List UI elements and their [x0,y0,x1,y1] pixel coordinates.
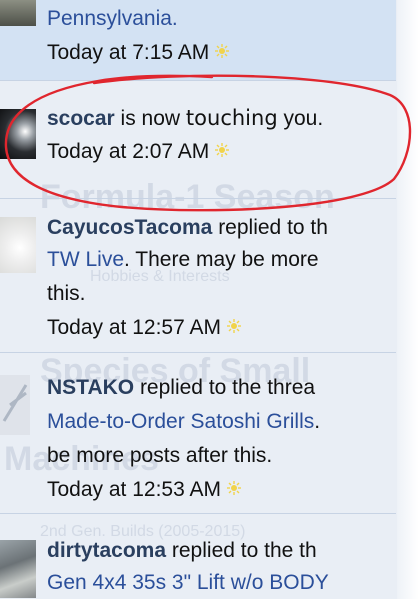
username-link[interactable]: NSTAKO [47,376,134,399]
username-link[interactable]: dirtytacoma [47,539,166,562]
new-alert-sun-icon [226,481,241,495]
alert-timestamp: Today at 12:57 AM [47,316,221,339]
alert-timestamp: Today at 12:53 AM [47,478,221,501]
alert-rest-text: . There may be more [124,248,319,271]
truck-photo-avatar[interactable] [0,0,36,26]
thread-link[interactable]: Gen 4x4 35s 3" Lift w/o BODY [47,571,329,594]
alert-item[interactable]: Pennsylvania. Today at 7:15 AM [0,0,396,81]
alert-rest-text: be more posts after this. [47,444,273,467]
thread-link[interactable]: TW Live [47,248,124,271]
alert-rest-text: this. [47,282,86,305]
alert-rest-text: . [314,410,321,433]
new-alert-sun-icon [215,44,230,58]
username-link[interactable]: CayucosTacoma [47,216,212,239]
new-alert-sun-icon [226,319,241,333]
alert-action-text: replied to the th [166,539,317,562]
alert-action-text: replied to the threa [134,376,316,399]
dog-photo-avatar[interactable] [0,217,36,273]
default-avatar[interactable] [0,375,30,435]
alert-item[interactable]: CayucosTacoma replied to th TW Live. The… [0,199,396,353]
alert-action-text: replied to th [212,216,328,239]
truck-photo-avatar[interactable] [0,540,36,598]
alert-item[interactable]: NSTAKO replied to the threa Made-to-Orde… [0,353,396,514]
alert-timestamp: Today at 7:15 AM [47,41,210,64]
thread-link[interactable]: Made-to-Order Satoshi Grills [47,410,314,433]
thread-link[interactable]: Pennsylvania. [47,7,178,30]
silhouette-icon [2,384,28,422]
alert-item[interactable]: dirtytacoma replied to the th Gen 4x4 35… [0,514,396,599]
red-circle-annotation [4,74,412,212]
